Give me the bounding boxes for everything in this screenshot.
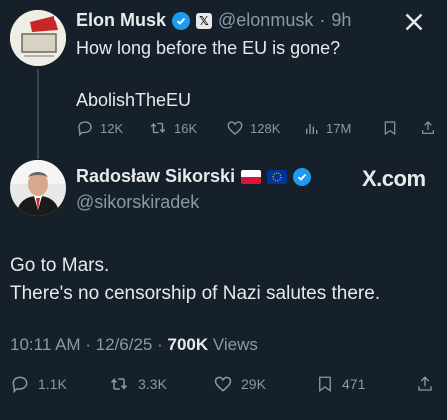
elon-avatar[interactable] bbox=[10, 10, 66, 66]
xcom-watermark: X.com bbox=[362, 166, 426, 191]
repost-icon bbox=[150, 122, 166, 134]
tweet2-meta: 10:11 AM · 12/6/25 · 700K Views bbox=[10, 335, 258, 355]
heart-icon bbox=[227, 121, 243, 135]
tweet-time[interactable]: 9h bbox=[331, 10, 351, 31]
bookmark-button[interactable]: 471 bbox=[316, 374, 365, 394]
thread-line bbox=[37, 69, 39, 159]
bookmark-button[interactable] bbox=[382, 119, 398, 137]
author-name[interactable]: Elon Musk bbox=[76, 10, 166, 31]
repost-button[interactable]: 16K bbox=[148, 119, 197, 137]
bookmark-count: 471 bbox=[342, 376, 366, 392]
share-icon bbox=[422, 121, 434, 134]
reply-icon bbox=[12, 376, 28, 394]
author-handle[interactable]: @elonmusk bbox=[218, 10, 313, 31]
like-count: 29K bbox=[241, 376, 266, 392]
tweet1-header: Elon Musk 𝕏 @elonmusk · 9h bbox=[76, 10, 351, 31]
separator: · bbox=[319, 10, 326, 30]
views-button[interactable]: 17M bbox=[304, 119, 351, 137]
x-logo-icon[interactable] bbox=[404, 12, 424, 32]
views-count: 17M bbox=[326, 120, 352, 136]
heart-icon bbox=[214, 376, 232, 392]
views-label: Views bbox=[208, 335, 258, 354]
views-chart-icon bbox=[306, 124, 318, 134]
repost-count: 16K bbox=[174, 120, 198, 136]
repost-button[interactable]: 3.3K bbox=[108, 374, 167, 394]
reply-count: 1.1K bbox=[38, 376, 67, 392]
bookmark-icon bbox=[319, 376, 331, 393]
eu-flag-icon bbox=[267, 169, 288, 184]
bookmark-icon bbox=[384, 121, 396, 136]
tweet2-text-line1: Go to Mars. bbox=[10, 255, 110, 276]
tweet1-text-line1: How long before the EU is gone? bbox=[76, 38, 341, 58]
views-count: 700K bbox=[167, 335, 209, 354]
share-button[interactable] bbox=[416, 374, 434, 394]
reply-button[interactable]: 1.1K bbox=[10, 374, 67, 394]
share-button[interactable] bbox=[420, 119, 436, 137]
like-button[interactable]: 128K bbox=[226, 119, 280, 137]
reply-button[interactable]: 12K bbox=[76, 119, 123, 137]
reply-icon bbox=[78, 121, 92, 137]
tweet1-text-line2: AbolishTheEU bbox=[76, 90, 192, 110]
verified-badge-icon bbox=[172, 11, 191, 30]
author-handle[interactable]: @sikorskiradek bbox=[76, 192, 199, 213]
repost-icon bbox=[110, 378, 128, 390]
tweet2-header: Radosław Sikorski bbox=[76, 166, 312, 187]
x-affiliation-icon: 𝕏 bbox=[196, 12, 213, 29]
author-name[interactable]: Radosław Sikorski bbox=[76, 166, 235, 187]
like-button[interactable]: 29K bbox=[213, 374, 266, 394]
tweet2-text-line2: There's no censorship of Nazi salutes th… bbox=[10, 283, 381, 304]
poland-flag-icon bbox=[241, 169, 262, 184]
sikorski-avatar[interactable] bbox=[10, 160, 66, 216]
repost-count: 3.3K bbox=[138, 376, 167, 392]
share-icon bbox=[418, 376, 432, 391]
reply-count: 12K bbox=[100, 120, 124, 136]
timestamp[interactable]: 10:11 AM · 12/6/25 · bbox=[10, 335, 168, 354]
like-count: 128K bbox=[250, 120, 281, 136]
verified-badge-icon bbox=[293, 167, 312, 186]
